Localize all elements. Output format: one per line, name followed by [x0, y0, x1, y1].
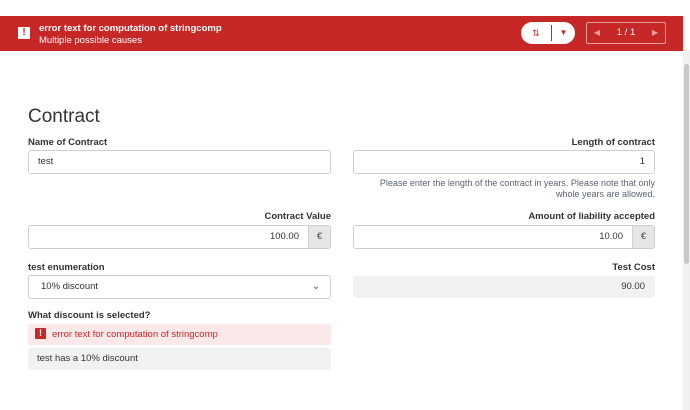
- euro-suffix: €: [632, 226, 654, 248]
- name-of-contract-label: Name of Contract: [28, 137, 108, 148]
- discount-error-message: ! error text for computation of stringco…: [28, 324, 331, 345]
- error-banner: ! error text for computation of stringco…: [0, 16, 683, 51]
- test-enumeration-select[interactable]: 10% discount ⌄: [28, 275, 331, 299]
- contract-value-label: Contract Value: [264, 211, 331, 222]
- discount-error-text: error text for computation of stringcomp: [52, 329, 218, 340]
- chevron-right-icon[interactable]: ▶: [647, 23, 663, 43]
- discount-label: What discount is selected?: [28, 310, 151, 321]
- liability-label: Amount of liability accepted: [528, 211, 655, 222]
- contract-value-value: 100.00: [269, 231, 299, 242]
- length-of-contract-hint-line2: whole years are allowed.: [555, 189, 655, 199]
- liability-input[interactable]: 10.00 €: [353, 225, 655, 249]
- test-cost-label: Test Cost: [612, 262, 655, 273]
- discount-value: test has a 10% discount: [37, 353, 138, 364]
- length-of-contract-input[interactable]: 1: [353, 150, 655, 174]
- chevron-down-icon[interactable]: ▼: [552, 22, 575, 44]
- liability-value: 10.00: [599, 231, 623, 242]
- name-of-contract-value: test: [38, 156, 54, 167]
- length-of-contract-value: 1: [639, 156, 645, 167]
- banner-actions: ⇅ ▼: [521, 22, 575, 44]
- length-of-contract-hint-line1: Please enter the length of the contract …: [379, 178, 655, 188]
- test-enumeration-value: 10% discount: [41, 281, 99, 292]
- chevron-down-icon: ⌄: [311, 281, 320, 292]
- error-icon: !: [18, 27, 30, 39]
- discount-readonly: test has a 10% discount: [28, 348, 331, 370]
- page-title: Contract: [28, 106, 100, 127]
- banner-subtitle: Multiple possible causes: [39, 35, 142, 46]
- length-of-contract-label: Length of contract: [571, 137, 655, 148]
- error-icon: !: [35, 328, 46, 339]
- error-pager: ◀ 1 / 1 ▶: [586, 22, 666, 44]
- scrollbar[interactable]: [683, 50, 690, 410]
- contract-value-input[interactable]: 100.00 €: [28, 225, 331, 249]
- scrollbar-thumb[interactable]: [684, 64, 689, 264]
- chevron-left-icon[interactable]: ◀: [589, 23, 605, 43]
- name-of-contract-input[interactable]: test: [28, 150, 331, 174]
- euro-suffix: €: [308, 226, 330, 248]
- banner-title: error text for computation of stringcomp: [39, 23, 222, 34]
- test-cost-readonly: 90.00: [353, 276, 655, 298]
- test-cost-value: 90.00: [621, 281, 645, 292]
- pager-text: 1 / 1: [616, 27, 636, 38]
- sort-updown-icon[interactable]: ⇅: [521, 22, 551, 44]
- test-enumeration-label: test enumeration: [28, 262, 105, 273]
